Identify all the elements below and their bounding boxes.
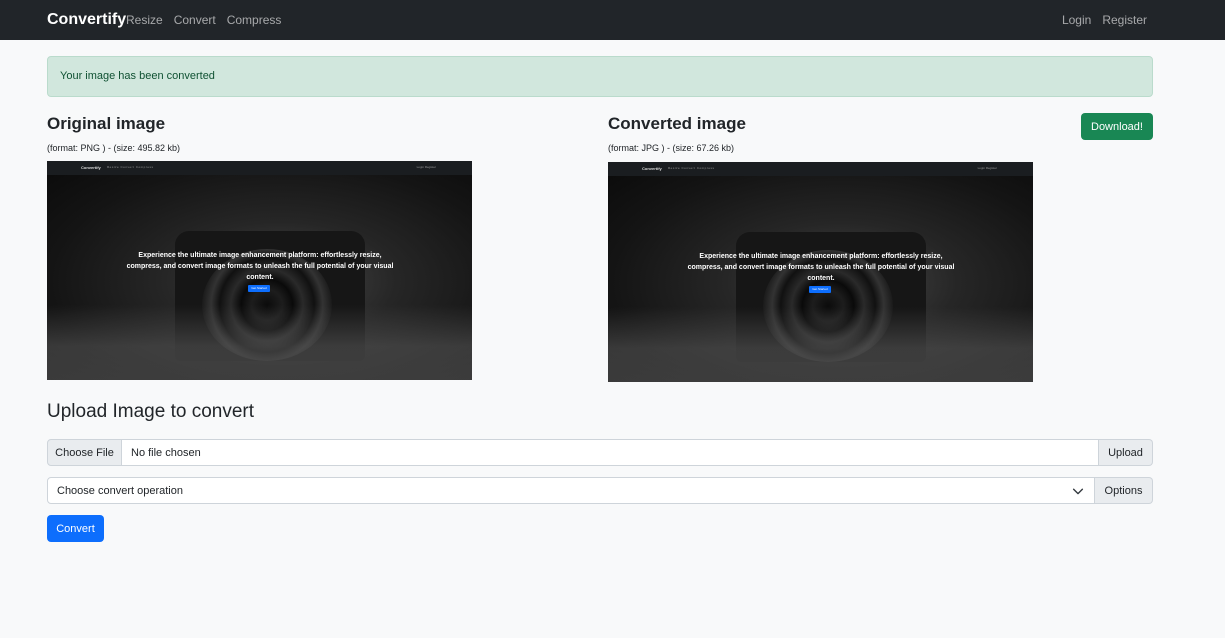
nav-link-compress[interactable]: Compress <box>227 13 282 27</box>
original-image-title: Original image <box>47 114 166 133</box>
preview-hero-text: Experience the ultimate image enhancemen… <box>126 252 394 281</box>
success-alert: Your image has been converted <box>47 56 1153 97</box>
nav-link-resize[interactable]: Resize <box>126 13 163 27</box>
convert-button[interactable]: Convert <box>47 515 104 542</box>
preview-links: Resize Convert Compress <box>107 165 154 169</box>
select-value: Choose convert operation <box>57 484 183 497</box>
nav-auth-links: Login Register <box>1062 13 1147 27</box>
upload-section-title: Upload Image to convert <box>47 401 255 422</box>
convert-operation-select[interactable]: Choose convert operation <box>47 477 1095 504</box>
preview-navbar: Convertify Resize Convert Compress Login… <box>608 162 1033 176</box>
brand-logo[interactable]: Convertify <box>47 11 126 29</box>
download-button[interactable]: Download! <box>1081 113 1153 140</box>
preview-navbar: Convertify Resize Convert Compress Login… <box>47 161 472 175</box>
preview-hero-button: Get Started <box>248 285 270 292</box>
choose-file-button[interactable]: Choose File <box>47 439 122 466</box>
file-input-group: Choose File No file chosen Upload <box>47 439 1153 466</box>
chevron-down-icon <box>1072 488 1084 494</box>
upload-label: Upload <box>1099 439 1153 466</box>
preview-floor <box>608 307 1033 382</box>
nav-link-register[interactable]: Register <box>1102 13 1147 27</box>
converted-image-meta: (format: JPG ) - (size: 67.26 kb) <box>608 143 735 153</box>
nav-link-login[interactable]: Login <box>1062 13 1091 27</box>
navbar: Convertify Resize Convert Compress Login… <box>0 0 1225 40</box>
preview-hero-button: Get Started <box>809 286 831 293</box>
preview-hero-text: Experience the ultimate image enhancemen… <box>687 253 955 282</box>
file-status-text[interactable]: No file chosen <box>122 439 1099 466</box>
operation-select-group: Choose convert operation Options <box>47 477 1153 504</box>
preview-auth-links: Login Register <box>977 166 997 170</box>
preview-links: Resize Convert Compress <box>668 166 715 170</box>
preview-floor <box>47 305 472 380</box>
original-image-preview: Convertify Resize Convert Compress Login… <box>47 161 472 380</box>
preview-auth-links: Login Register <box>416 165 436 169</box>
converted-image-title: Converted image <box>608 114 746 133</box>
preview-brand: Convertify <box>81 165 101 170</box>
original-image-meta: (format: PNG ) - (size: 495.82 kb) <box>47 143 181 153</box>
nav-link-convert[interactable]: Convert <box>174 13 216 27</box>
options-label: Options <box>1095 477 1153 504</box>
converted-image-preview: Convertify Resize Convert Compress Login… <box>608 162 1033 382</box>
preview-brand: Convertify <box>642 166 662 171</box>
nav-links: Resize Convert Compress <box>126 13 281 27</box>
